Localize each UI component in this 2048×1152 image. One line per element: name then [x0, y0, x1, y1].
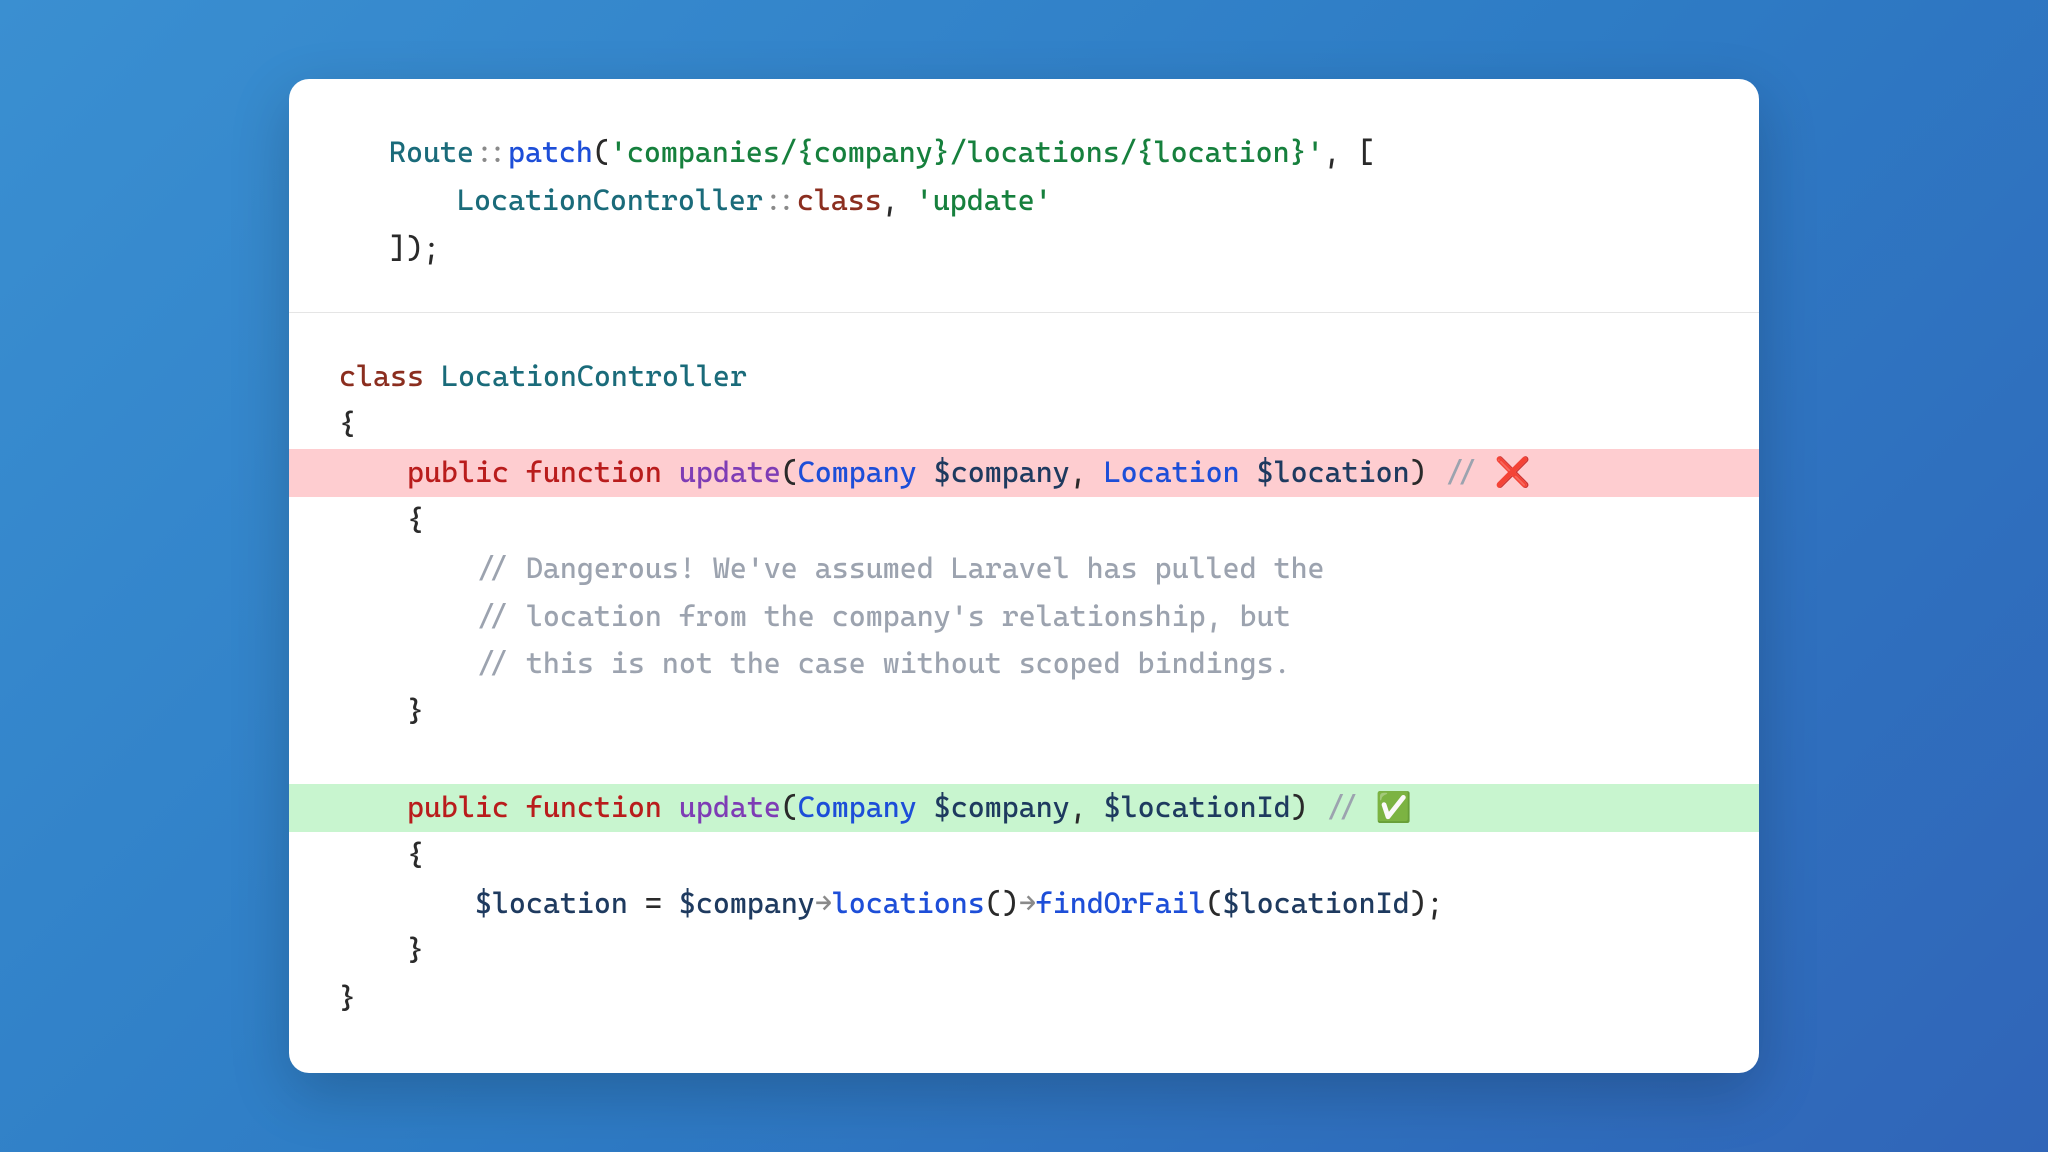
code-line-good: public function update(Company $company,… [289, 784, 1759, 832]
indent [339, 455, 407, 489]
type: Company [798, 790, 917, 824]
space [1240, 455, 1257, 489]
space [424, 359, 441, 393]
variable: $company [679, 886, 815, 920]
code-line-bad: public function update(Company $company,… [289, 449, 1759, 497]
code-line: class LocationController [289, 353, 1759, 401]
indent [339, 838, 407, 872]
code-card: Route::patch('companies/{company}/locati… [289, 79, 1759, 1073]
brace: } [407, 933, 424, 967]
comment: // this is not the case without scoped b… [475, 646, 1291, 680]
comment: // location from the company's relations… [475, 599, 1291, 633]
code-line: { [289, 401, 1759, 449]
code-line: { [289, 497, 1759, 545]
variable: $company [934, 455, 1070, 489]
paren: () [985, 886, 1019, 920]
paren: ) [1291, 790, 1325, 824]
string: 'companies/{company}/locations/{location… [610, 135, 1324, 169]
space [509, 455, 526, 489]
punct: , [1070, 455, 1104, 489]
punct: , [882, 183, 916, 217]
class-ref: LocationController [457, 183, 763, 217]
variable: $locationId [1104, 790, 1291, 824]
indent [389, 183, 457, 217]
punct: , [1070, 790, 1104, 824]
space [662, 455, 679, 489]
code-line: // Dangerous! We've assumed Laravel has … [289, 545, 1759, 593]
space [509, 790, 526, 824]
comment: // [1325, 790, 1376, 824]
paren: ( [781, 455, 798, 489]
method-name: update [679, 455, 781, 489]
method-call: patch [508, 135, 593, 169]
paren: ) [1410, 455, 1444, 489]
paren: ( [1206, 886, 1223, 920]
punct: ]); [389, 231, 440, 265]
code-line: // location from the company's relations… [289, 593, 1759, 641]
brace: } [339, 981, 356, 1015]
keyword: public [407, 455, 509, 489]
indent [339, 646, 475, 680]
operator: = [628, 886, 679, 920]
code-line: } [289, 688, 1759, 736]
code-line: // this is not the case without scoped b… [289, 640, 1759, 688]
code-line: } [289, 927, 1759, 975]
operator: :: [474, 135, 508, 169]
indent [339, 886, 475, 920]
code-line: Route::patch('companies/{company}/locati… [339, 129, 1709, 177]
class-ref: Route [389, 135, 474, 169]
brace: { [407, 503, 424, 537]
comment: // [1444, 455, 1495, 489]
keyword: function [526, 455, 662, 489]
indent [339, 551, 475, 585]
variable: $location [475, 886, 628, 920]
type: Company [798, 455, 917, 489]
keyword: public [407, 790, 509, 824]
comment: // Dangerous! We've assumed Laravel has … [475, 551, 1325, 585]
variable: $company [934, 790, 1070, 824]
keyword: class [339, 359, 424, 393]
space [917, 455, 934, 489]
code-line: { [289, 832, 1759, 880]
keyword: function [526, 790, 662, 824]
variable: $location [1257, 455, 1410, 489]
method-call: findOrFail [1036, 886, 1206, 920]
paren: ( [781, 790, 798, 824]
method-call: locations [832, 886, 985, 920]
brace: { [339, 407, 356, 441]
route-section: Route::patch('companies/{company}/locati… [289, 79, 1759, 313]
arrow: → [1019, 886, 1036, 920]
brace: { [407, 838, 424, 872]
brace: } [407, 694, 424, 728]
code-line: ]); [339, 225, 1709, 273]
code-line: $location = $company→locations()→findOrF… [289, 880, 1759, 928]
code-line: LocationController::class, 'update' [339, 177, 1709, 225]
method-name: update [679, 790, 781, 824]
controller-section: class LocationController { public functi… [289, 312, 1759, 1073]
space [662, 790, 679, 824]
arrow: → [815, 886, 832, 920]
operator: :: [763, 183, 797, 217]
keyword: class [797, 183, 882, 217]
indent [339, 503, 407, 537]
string: 'update' [916, 183, 1052, 217]
indent [339, 790, 407, 824]
cross-icon: ❌ [1495, 455, 1531, 489]
space [917, 790, 934, 824]
indent [339, 933, 407, 967]
punct: , [ [1324, 135, 1375, 169]
blank-line [289, 736, 1759, 784]
paren: ); [1410, 886, 1444, 920]
variable: $locationId [1223, 886, 1410, 920]
paren: ( [593, 135, 610, 169]
indent [339, 599, 475, 633]
class-name: LocationController [441, 359, 747, 393]
type: Location [1104, 455, 1240, 489]
indent [339, 694, 407, 728]
code-line: } [289, 975, 1759, 1023]
check-icon: ✅ [1376, 790, 1412, 824]
